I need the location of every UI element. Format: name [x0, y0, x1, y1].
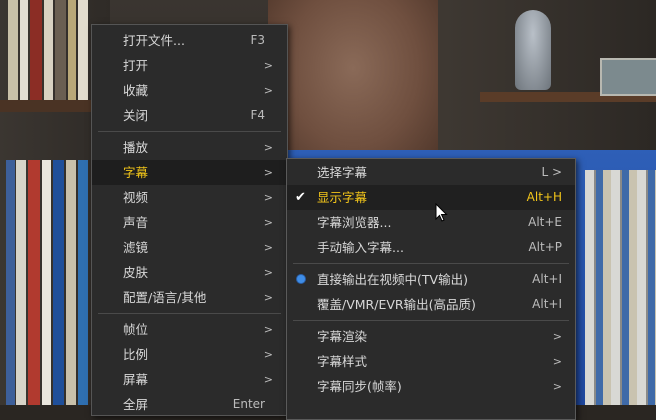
menu-item-aspect-ratio[interactable]: 比例 >: [92, 342, 287, 367]
chevron-right-icon: >: [263, 84, 273, 97]
menu-item-close[interactable]: 关闭 F4: [92, 103, 287, 128]
menu-item-config-language-other[interactable]: 配置/语言/其他 >: [92, 285, 287, 310]
chevron-right-icon: >: [263, 216, 273, 229]
menu-separator: [92, 310, 287, 317]
submenu-item-manual-subtitle-input[interactable]: 手动输入字幕... Alt+P: [287, 235, 575, 260]
menu-separator: [92, 128, 287, 135]
context-menu: 打开文件... F3 打开 > 收藏 > 关闭 F4 播放 > 字幕 > 视频 …: [91, 24, 288, 416]
submenu-item-subtitle-style[interactable]: 字幕样式 >: [287, 349, 575, 374]
chevron-right-icon: >: [263, 348, 273, 361]
chevron-right-icon: >: [552, 355, 562, 368]
menu-separator: [287, 317, 575, 324]
chevron-right-icon: >: [263, 166, 273, 179]
chevron-right-icon: >: [552, 380, 562, 393]
chevron-right-icon: >: [263, 59, 273, 72]
menu-item-skins[interactable]: 皮肤 >: [92, 260, 287, 285]
menu-item-audio[interactable]: 声音 >: [92, 210, 287, 235]
chevron-right-icon: >: [263, 266, 273, 279]
mouse-cursor-icon: [435, 203, 448, 222]
menu-item-open[interactable]: 打开 >: [92, 53, 287, 78]
menu-separator: [287, 260, 575, 267]
picture-frame: [600, 58, 656, 96]
chevron-right-icon: >: [263, 373, 273, 386]
menu-item-filters[interactable]: 滤镜 >: [92, 235, 287, 260]
menu-item-playback[interactable]: 播放 >: [92, 135, 287, 160]
bookshelf-right: [585, 170, 656, 405]
check-icon: ✔: [295, 190, 306, 205]
submenu-item-direct-tv-output[interactable]: 直接输出在视频中(TV输出) Alt+I: [287, 267, 575, 292]
menu-item-subtitles[interactable]: 字幕 >: [92, 160, 287, 185]
chevron-right-icon: >: [552, 330, 562, 343]
submenu-item-show-subtitles[interactable]: ✔ 显示字幕 Alt+H: [287, 185, 575, 210]
menu-item-video[interactable]: 视频 >: [92, 185, 287, 210]
menu-item-screen[interactable]: 屏幕 >: [92, 367, 287, 392]
submenu-item-select-subtitle[interactable]: 选择字幕 L >: [287, 160, 575, 185]
submenu-item-subtitle-browser[interactable]: 字幕浏览器... Alt+E: [287, 210, 575, 235]
submenu-item-overlay-vmr-evr-output[interactable]: 覆盖/VMR/EVR输出(高品质) Alt+I: [287, 292, 575, 317]
chevron-right-icon: >: [263, 141, 273, 154]
chevron-right-icon: >: [263, 241, 273, 254]
radio-selected-icon: [297, 275, 305, 283]
subtitles-submenu: 选择字幕 L > ✔ 显示字幕 Alt+H 字幕浏览器... Alt+E 手动输…: [286, 158, 576, 420]
person-face: [268, 0, 438, 170]
chevron-right-icon: >: [263, 191, 273, 204]
menu-item-open-file[interactable]: 打开文件... F3: [92, 28, 287, 53]
submenu-item-subtitle-sync[interactable]: 字幕同步(帧率) >: [287, 374, 575, 399]
menu-item-favorites[interactable]: 收藏 >: [92, 78, 287, 103]
submenu-item-subtitle-rendering[interactable]: 字幕渲染 >: [287, 324, 575, 349]
chevron-right-icon: >: [263, 323, 273, 336]
menu-item-frame-position[interactable]: 帧位 >: [92, 317, 287, 342]
statue: [515, 10, 551, 90]
chevron-right-icon: >: [263, 291, 273, 304]
